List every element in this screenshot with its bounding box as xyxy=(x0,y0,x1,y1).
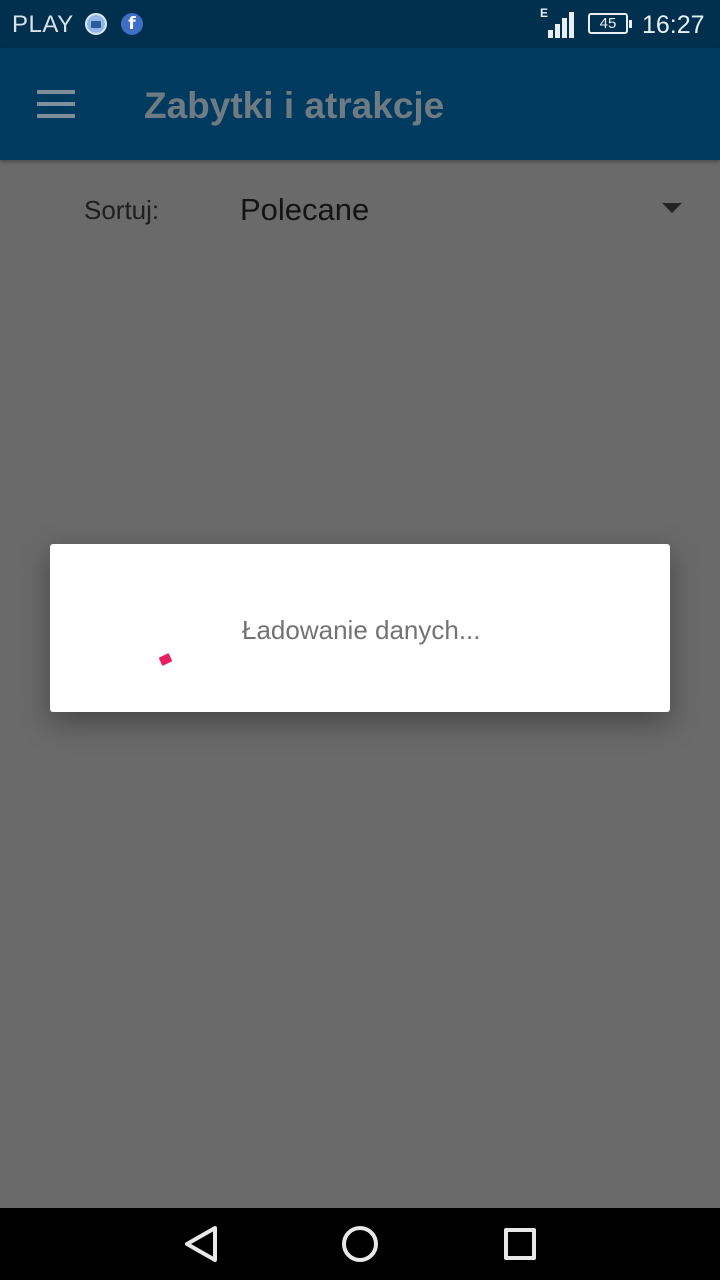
hamburger-menu-icon[interactable] xyxy=(37,90,75,118)
page-title: Zabytki i atrakcje xyxy=(144,85,445,126)
app-bar: Zabytki i atrakcje xyxy=(0,48,720,160)
signal-bar xyxy=(562,18,567,38)
signal-icon: E xyxy=(540,6,578,38)
gallery-icon xyxy=(85,13,107,35)
back-icon[interactable] xyxy=(183,1225,219,1263)
navigation-bar xyxy=(0,1208,720,1280)
dropdown-arrow-icon[interactable] xyxy=(662,203,682,213)
sort-label: Sortuj: xyxy=(84,195,160,225)
network-type: E xyxy=(540,6,549,20)
loading-spinner-icon xyxy=(158,653,173,666)
signal-bar xyxy=(548,30,553,38)
loading-dialog: Ładowanie danych... xyxy=(50,544,670,712)
signal-bar xyxy=(555,24,560,38)
facebook-icon: f xyxy=(121,13,143,35)
battery-icon: 45 xyxy=(588,13,632,34)
signal-bar xyxy=(569,12,574,38)
clock: 16:27 xyxy=(642,11,705,39)
home-icon[interactable] xyxy=(342,1226,378,1262)
loading-message: Ładowanie danych... xyxy=(242,615,481,645)
status-bar: PLAY f E 45 16:27 xyxy=(0,0,720,48)
carrier-name: PLAY xyxy=(12,11,74,38)
recent-apps-icon[interactable] xyxy=(504,1228,536,1260)
sort-selected-value[interactable]: Polecane xyxy=(240,192,369,228)
